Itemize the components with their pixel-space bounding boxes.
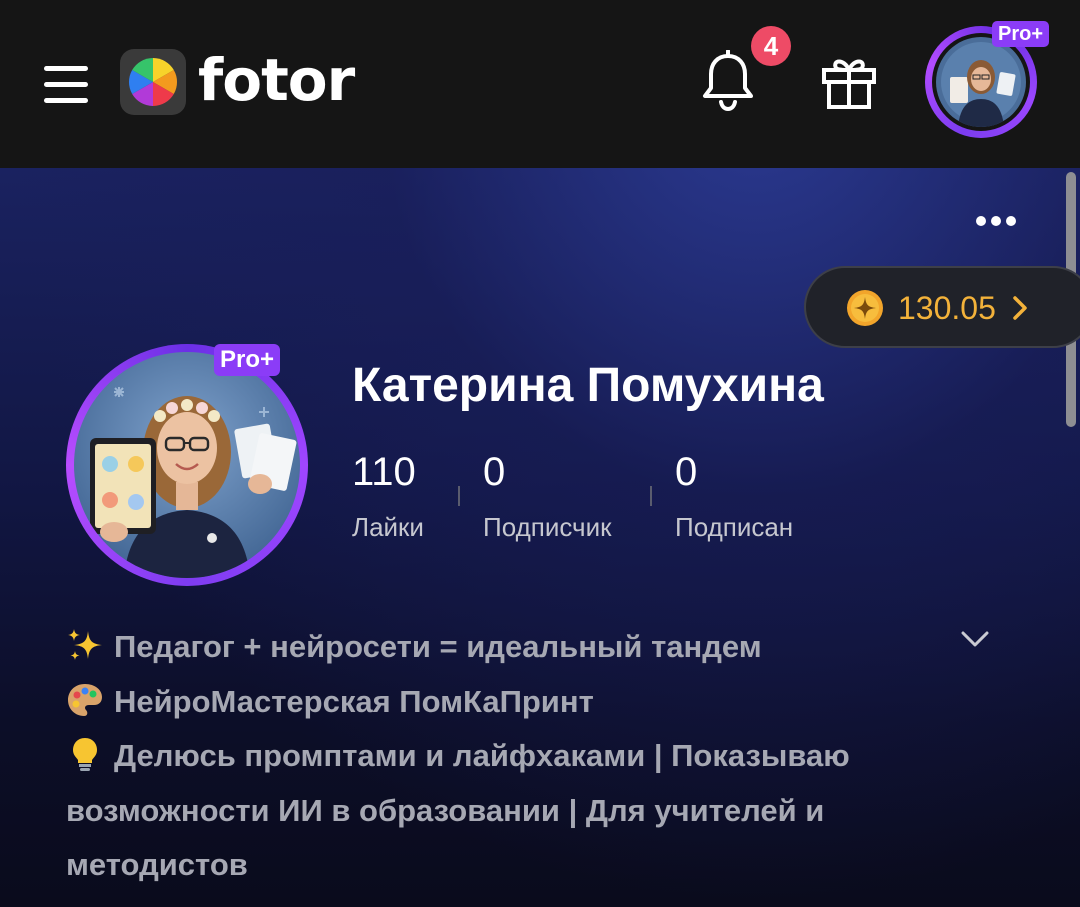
bell-icon[interactable] [698, 50, 758, 112]
more-icon[interactable] [976, 216, 1020, 230]
profile-hero: 130.05 Pro+ Катерина Помухина 110 Лайки … [0, 168, 1080, 907]
stat-following-value: 0 [675, 450, 698, 494]
bio-line-2: НейроМастерская ПомКаПринт [114, 683, 594, 719]
coin-balance: 130.05 [898, 290, 996, 326]
fotor-logo-icon[interactable] [120, 49, 186, 115]
palette-icon [68, 683, 102, 716]
profile-pro-badge: Pro+ [214, 344, 281, 376]
stat-divider [650, 486, 652, 506]
gift-icon[interactable] [820, 54, 878, 110]
coin-icon [847, 290, 883, 326]
stat-divider [458, 486, 460, 506]
bio-line-1: Педагог + нейросети = идеальный тандем [114, 629, 762, 664]
bio-line-3: Делюсь промптами и лайфхаками | Показыва… [66, 738, 850, 882]
header-pro-badge: Pro+ [992, 21, 1050, 47]
menu-icon[interactable] [44, 66, 90, 106]
stat-likes-value: 110 [352, 450, 416, 494]
chevron-right-icon [1013, 296, 1027, 320]
profile-name: Катерина Помухина [352, 359, 824, 412]
chevron-down-icon[interactable] [960, 630, 990, 650]
bio-line: Педагог + нейросети = идеальный тандем [66, 620, 886, 675]
stat-followers-value: 0 [483, 450, 506, 494]
fotor-logo-text[interactable]: fotor [198, 46, 355, 114]
sparkles-icon [68, 629, 102, 660]
stat-likes-label: Лайки [352, 512, 424, 542]
notification-badge: 4 [751, 26, 791, 66]
profile-page: fotor 4 Pro+ 130.05 Pro+ Катерина Помухи… [0, 0, 1080, 907]
profile-bio: Педагог + нейросети = идеальный тандем Н… [66, 620, 886, 893]
bio-line: НейроМастерская ПомКаПринт [66, 675, 886, 730]
profile-avatar-image [74, 352, 300, 578]
profile-avatar[interactable] [66, 344, 308, 586]
bio-line: Делюсь промптами и лайфхаками | Показыва… [66, 729, 886, 893]
stat-following[interactable]: 0 Подписан [675, 450, 793, 542]
stat-followers-label: Подписчик [483, 512, 612, 542]
header-avatar-image [936, 37, 1026, 127]
lightbulb-icon [73, 738, 97, 771]
top-bar: fotor 4 Pro+ [0, 0, 1080, 168]
stat-followers[interactable]: 0 Подписчик [483, 450, 612, 542]
coins-button[interactable]: 130.05 [804, 266, 1080, 348]
stat-likes[interactable]: 110 Лайки [352, 450, 424, 542]
stat-following-label: Подписан [675, 512, 794, 542]
